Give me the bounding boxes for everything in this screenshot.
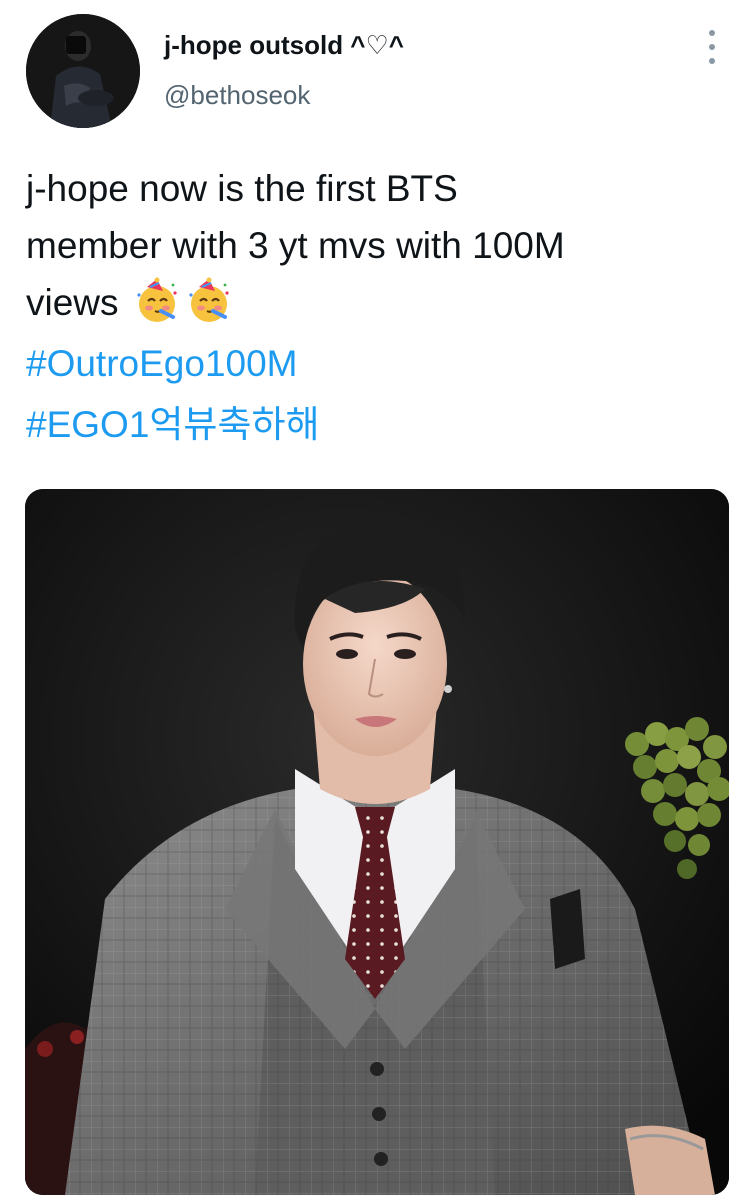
partying-face-emoji-icon bbox=[133, 277, 181, 325]
hashtag-link[interactable]: #EGO1억뷰축하해 bbox=[26, 396, 726, 453]
avatar-photo-icon bbox=[26, 14, 140, 128]
tweet-text-line: j-hope now is the first BTS bbox=[26, 168, 458, 209]
tweet-text-line-content: views bbox=[26, 282, 119, 323]
more-options-button[interactable] bbox=[694, 22, 730, 72]
tweet-card: j-hope outsold ^♡^ @bethoseok j-hope now… bbox=[0, 0, 752, 1200]
tweet-media-photo[interactable] bbox=[25, 489, 729, 1195]
tweet-text-line: views bbox=[26, 274, 726, 331]
tweet-text: j-hope now is the first BTS member with … bbox=[26, 160, 726, 453]
hashtag-link[interactable]: #OutroEgo100M bbox=[26, 335, 726, 392]
partying-face-emoji-icon bbox=[185, 277, 233, 325]
tweet-text-line: member with 3 yt mvs with 100M bbox=[26, 225, 565, 266]
author-handle[interactable]: @bethoseok bbox=[164, 80, 310, 111]
author-avatar[interactable] bbox=[26, 14, 140, 128]
more-vertical-icon bbox=[709, 30, 715, 64]
photo-image bbox=[25, 489, 729, 1195]
author-display-name[interactable]: j-hope outsold ^♡^ bbox=[164, 30, 404, 61]
